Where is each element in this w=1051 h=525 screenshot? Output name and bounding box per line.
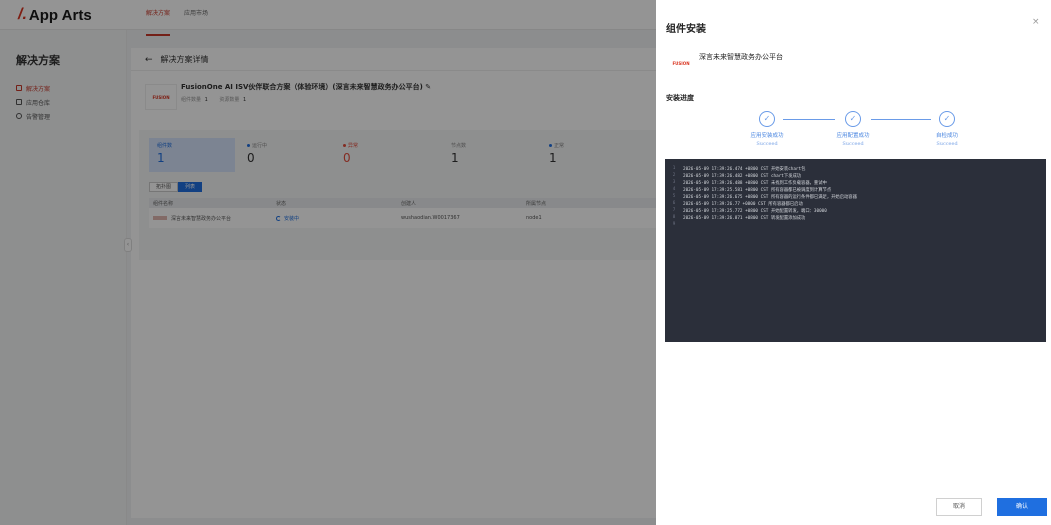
step-3: ✓ 自检成功 Succeed: [912, 111, 982, 147]
close-icon[interactable]: ×: [1032, 17, 1040, 27]
log-text: 2026-05-09 17:39:25.581 +0800 CST 所有容器都已…: [683, 188, 832, 193]
log-line: 2 2026-05-09 17:39:26.482 +0800 CST chart…: [672, 173, 802, 179]
cancel-button[interactable]: 取消: [936, 498, 983, 516]
step-status: Succeed: [756, 141, 778, 147]
log-line: 5 2026-05-09 17:39:26.675 +0800 CST 所有容器的…: [672, 194, 857, 200]
log-line: 9: [672, 222, 676, 227]
install-log[interactable]: 1 2026-05-09 17:39:26.474 +0800 CST 开始安装c…: [665, 159, 1046, 342]
app-logo: FUSION: [672, 60, 690, 66]
log-line: 6 2026-05-09 17:39:26.77 +0800 CST 所有容器都已…: [672, 201, 803, 207]
step-status: Succeed: [842, 141, 864, 147]
log-line: 4 2026-05-09 17:39:25.581 +0800 CST 所有容器都…: [672, 187, 832, 193]
log-text: 2026-05-09 17:39:26.482 +0800 CST chart下…: [683, 174, 802, 179]
step-2: ✓ 应用配置成功 Succeed: [818, 111, 888, 147]
log-text: 2026-05-09 17:39:25.772 +0800 CST 开始配置转发…: [683, 209, 827, 214]
step-status: Succeed: [936, 141, 958, 147]
drawer-footer: 取消 确认: [936, 498, 1048, 516]
progress-title: 安装进度: [666, 94, 694, 102]
drawer-title: 组件安装: [666, 24, 706, 35]
step-label: 自检成功: [935, 133, 958, 139]
install-drawer: 组件安装 × FUSION 深言未来智慧政务办公平台 安装进度 ✓ 应用安装成功…: [656, 0, 1051, 525]
log-text: 2026-05-09 17:39:26.871 +0800 CST 转发配置添加…: [683, 216, 806, 221]
log-text: 2026-05-09 17:39:26.474 +0800 CST 开始安装ch…: [683, 167, 806, 172]
install-steps: ✓ 应用安装成功 Succeed ✓ 应用配置成功 Succeed ✓ 自检成功…: [740, 111, 980, 151]
log-line: 7 2026-05-09 17:39:25.772 +0800 CST 开始配置转…: [672, 208, 827, 214]
step-1: ✓ 应用安装成功 Succeed: [732, 111, 802, 147]
app-name: 深言未来智慧政务办公平台: [699, 53, 783, 61]
log-line: 1 2026-05-09 17:39:26.474 +0800 CST 开始安装c…: [672, 166, 806, 172]
check-icon: ✓: [845, 111, 861, 127]
log-text: 2026-05-09 17:39:26.675 +0800 CST 所有容器的运…: [683, 195, 857, 200]
log-text: 2026-05-09 17:39:26.488 +0800 CST 未找到工作负…: [683, 181, 827, 186]
log-line: 3 2026-05-09 17:39:26.488 +0800 CST 未找到工作…: [672, 180, 827, 186]
log-line: 8 2026-05-09 17:39:26.871 +0800 CST 转发配置添…: [672, 215, 806, 221]
check-icon: ✓: [939, 111, 955, 127]
step-label: 应用安装成功: [750, 133, 784, 139]
check-icon: ✓: [759, 111, 775, 127]
step-label: 应用配置成功: [836, 133, 870, 139]
log-text: 2026-05-09 17:39:26.77 +0800 CST 所有容器都已启…: [683, 202, 803, 207]
confirm-button[interactable]: 确认: [997, 498, 1048, 516]
modal-overlay[interactable]: [0, 0, 656, 525]
